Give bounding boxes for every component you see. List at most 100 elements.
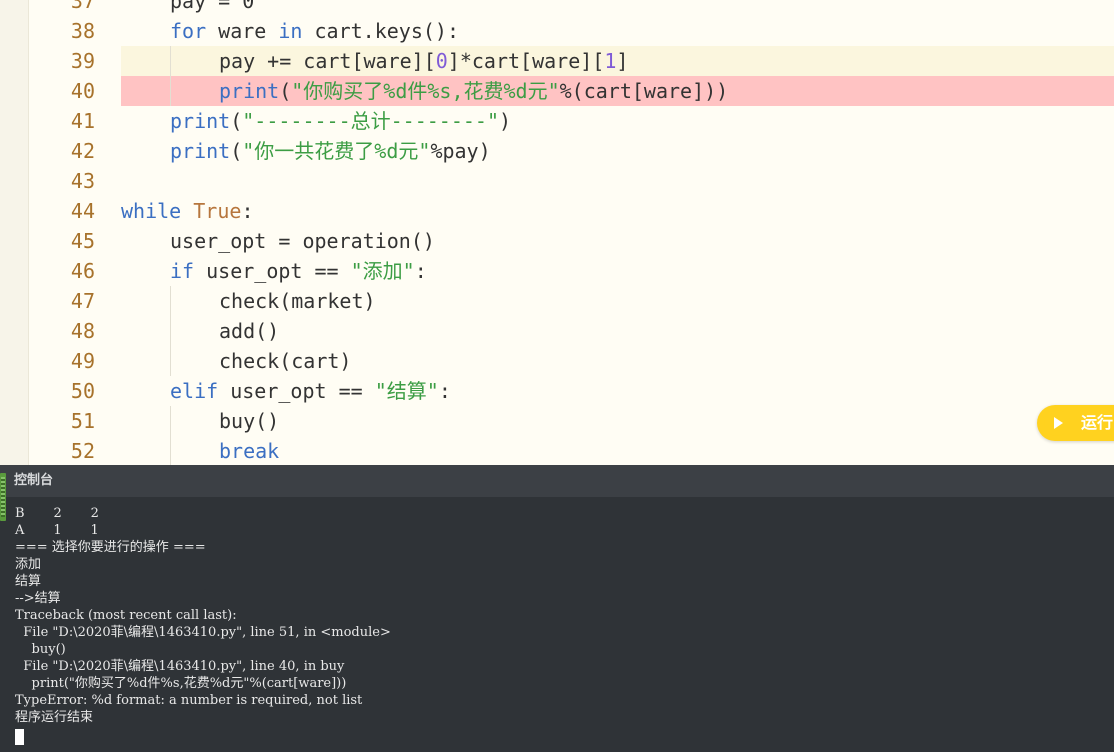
- console-line: B 2 2: [15, 506, 99, 521]
- code-text: print("--------总计--------"): [170, 106, 511, 136]
- console-line: A 1 1: [15, 523, 99, 538]
- code-text: add(): [219, 316, 279, 346]
- code-text: pay += cart[ware][0]*cart[ware][1]: [219, 46, 628, 76]
- code-token: :: [414, 259, 427, 283]
- code-text: print("你一共花费了%d元"%pay): [170, 136, 491, 166]
- code-token: ): [499, 109, 512, 133]
- code-line[interactable]: 45 user_opt = operation(): [0, 226, 1114, 256]
- code-token: print: [219, 79, 280, 103]
- code-line[interactable]: 43: [0, 166, 1114, 196]
- code-token: 1: [604, 49, 617, 73]
- line-number: 48: [70, 319, 95, 343]
- code-token: cart.keys():: [302, 19, 460, 43]
- code-token: pay += cart[ware][: [219, 49, 436, 73]
- line-number: 47: [70, 289, 95, 313]
- code-token: user_opt ==: [194, 259, 351, 283]
- code-text: check(cart): [219, 346, 351, 376]
- code-line[interactable]: 50 elif user_opt == "结算":: [0, 376, 1114, 406]
- code-text: for ware in cart.keys():: [170, 16, 459, 46]
- code-editor[interactable]: 37 pay = 0 38 for ware in cart.keys(): 39 pay…: [0, 0, 1114, 465]
- code-token: (: [279, 79, 292, 103]
- code-line[interactable]: 39 pay += cart[ware][0]*cart[ware][1]: [0, 46, 1114, 76]
- console-line: 结算: [15, 574, 42, 589]
- code-text: check(market): [219, 286, 376, 316]
- code-token: "--------总计--------": [242, 109, 500, 133]
- code-token: (: [230, 139, 243, 163]
- line-number: 46: [70, 259, 95, 283]
- code-line[interactable]: 44 while True:: [0, 196, 1114, 226]
- code-line[interactable]: 41 print("--------总计--------"): [0, 106, 1114, 136]
- console-line: File "D:\2020菲\编程\1463410.py", line 51, …: [15, 625, 391, 640]
- code-token: %(cart[ware])): [559, 79, 729, 103]
- code-token: "结算": [374, 379, 439, 403]
- code-line[interactable]: 51 buy(): [0, 406, 1114, 436]
- code-token: "添加": [350, 259, 415, 283]
- code-text: print("你购买了%d件%s,花费%d元"%(cart[ware])): [219, 76, 728, 106]
- code-token: True: [193, 199, 242, 223]
- console-resize-handle[interactable]: [0, 473, 6, 521]
- line-number: 40: [70, 79, 95, 103]
- code-line[interactable]: 38 for ware in cart.keys():: [0, 16, 1114, 46]
- code-token: check(cart): [219, 349, 352, 373]
- code-text: break: [219, 436, 279, 465]
- code-token: break: [219, 439, 280, 463]
- code-text: user_opt = operation(): [170, 226, 435, 256]
- code-text: elif user_opt == "结算":: [170, 376, 451, 406]
- code-text: pay = 0: [170, 0, 254, 16]
- line-number: 41: [70, 109, 95, 133]
- console-line: 程序运行结束: [15, 710, 94, 725]
- code-token: user_opt = operation(): [170, 229, 435, 253]
- console-line: TypeError: %d format: a number is requir…: [15, 693, 363, 708]
- code-token: ]: [616, 49, 629, 73]
- code-line[interactable]: 47 check(market): [0, 286, 1114, 316]
- code-line[interactable]: 40 print("你购买了%d件%s,花费%d元"%(cart[ware])): [0, 76, 1114, 106]
- console-line: buy(): [15, 642, 66, 657]
- line-number: 51: [70, 409, 95, 433]
- run-button[interactable]: 运行: [1037, 405, 1114, 441]
- line-number: 43: [70, 169, 95, 193]
- console-output[interactable]: B 2 2 A 1 1 === 选择你要进行的操作 === 添加 结算 -->结算 Trac…: [15, 505, 1114, 752]
- console-header: 控制台: [0, 465, 1114, 497]
- code-token: pay = 0: [170, 0, 255, 13]
- code-token: add(): [219, 319, 280, 343]
- code-line[interactable]: 42 print("你一共花费了%d元"%pay): [0, 136, 1114, 166]
- code-token: while: [121, 199, 182, 223]
- code-token: in: [278, 19, 303, 43]
- code-token: for: [170, 19, 207, 43]
- code-token: if: [170, 259, 195, 283]
- code-token: (: [230, 109, 243, 133]
- code-token: ]*cart[ware][: [447, 49, 605, 73]
- console-input-line[interactable]: [15, 726, 1114, 745]
- code-token: %pay): [430, 139, 491, 163]
- run-button-label: 运行: [1081, 413, 1114, 432]
- code-line[interactable]: 37 pay = 0: [0, 0, 1114, 16]
- line-number: 37: [70, 0, 95, 13]
- code-line[interactable]: 49 check(cart): [0, 346, 1114, 376]
- console-panel: 控制台 B 2 2 A 1 1 === 选择你要进行的操作 === 添加 结算 -->结算…: [0, 465, 1114, 752]
- code-token: :: [438, 379, 451, 403]
- code-token: "你一共花费了%d元": [242, 139, 431, 163]
- console-line: === 选择你要进行的操作 ===: [15, 540, 206, 555]
- line-number: 52: [70, 439, 95, 463]
- code-line[interactable]: 48 add(): [0, 316, 1114, 346]
- code-token: print: [170, 109, 231, 133]
- console-title: 控制台: [14, 473, 54, 488]
- code-token: check(market): [219, 289, 376, 313]
- code-text: while True:: [121, 196, 253, 226]
- line-number: 44: [70, 199, 95, 223]
- code-token: elif: [170, 379, 219, 403]
- line-number: 42: [70, 139, 95, 163]
- code-token: 0: [435, 49, 448, 73]
- console-line: File "D:\2020菲\编程\1463410.py", line 40, …: [15, 659, 345, 674]
- line-number: 50: [70, 379, 95, 403]
- code-token: buy(): [219, 409, 280, 433]
- code-line[interactable]: 52 break: [0, 436, 1114, 465]
- console-line: Traceback (most recent call last):: [15, 608, 237, 623]
- code-text: if user_opt == "添加":: [170, 256, 427, 286]
- play-icon: [1044, 410, 1070, 436]
- line-number: 39: [70, 49, 95, 73]
- line-number: 45: [70, 229, 95, 253]
- code-text: buy(): [219, 406, 279, 436]
- code-line[interactable]: 46 if user_opt == "添加":: [0, 256, 1114, 286]
